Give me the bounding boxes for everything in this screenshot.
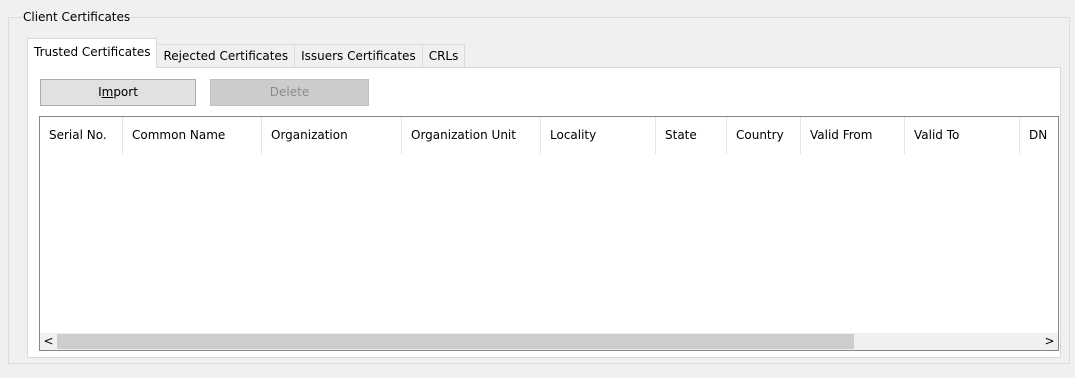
horizontal-scrollbar[interactable]: < > <box>40 333 1058 350</box>
tab-rejected-certificates[interactable]: Rejected Certificates <box>156 44 296 68</box>
column-header-valid-from[interactable]: Valid From <box>801 117 905 154</box>
column-header-state[interactable]: State <box>656 117 727 154</box>
column-header-serial-no[interactable]: Serial No. <box>40 117 123 154</box>
group-title: Client Certificates <box>22 10 132 24</box>
delete-button[interactable]: Delete <box>210 79 369 106</box>
column-header-locality[interactable]: Locality <box>541 117 656 154</box>
import-label-post: port <box>113 85 138 99</box>
certificate-tabs: Trusted Certificates Rejected Certificat… <box>27 38 466 68</box>
column-header-valid-to[interactable]: Valid To <box>905 117 1020 154</box>
tab-crls[interactable]: CRLs <box>421 44 466 68</box>
tab-trusted-certificates[interactable]: Trusted Certificates <box>27 38 158 68</box>
column-header-organization-unit[interactable]: Organization Unit <box>402 117 541 154</box>
import-label-accel: m <box>101 85 114 99</box>
scroll-left-icon[interactable]: < <box>40 333 57 350</box>
column-header-organization[interactable]: Organization <box>262 117 402 154</box>
list-header: Serial No. Common Name Organization Orga… <box>40 117 1058 154</box>
scroll-right-icon[interactable]: > <box>1041 333 1058 350</box>
column-header-country[interactable]: Country <box>727 117 801 154</box>
certificates-list[interactable]: Serial No. Common Name Organization Orga… <box>39 116 1059 351</box>
column-header-common-name[interactable]: Common Name <box>123 117 262 154</box>
import-button[interactable]: Import <box>40 79 196 106</box>
tab-issuers-certificates[interactable]: Issuers Certificates <box>294 44 423 68</box>
scrollbar-thumb[interactable] <box>57 334 854 349</box>
column-header-dn[interactable]: DN <box>1020 117 1058 154</box>
trusted-certificates-panel: Import Delete Serial No. Common Name Org… <box>27 67 1061 358</box>
